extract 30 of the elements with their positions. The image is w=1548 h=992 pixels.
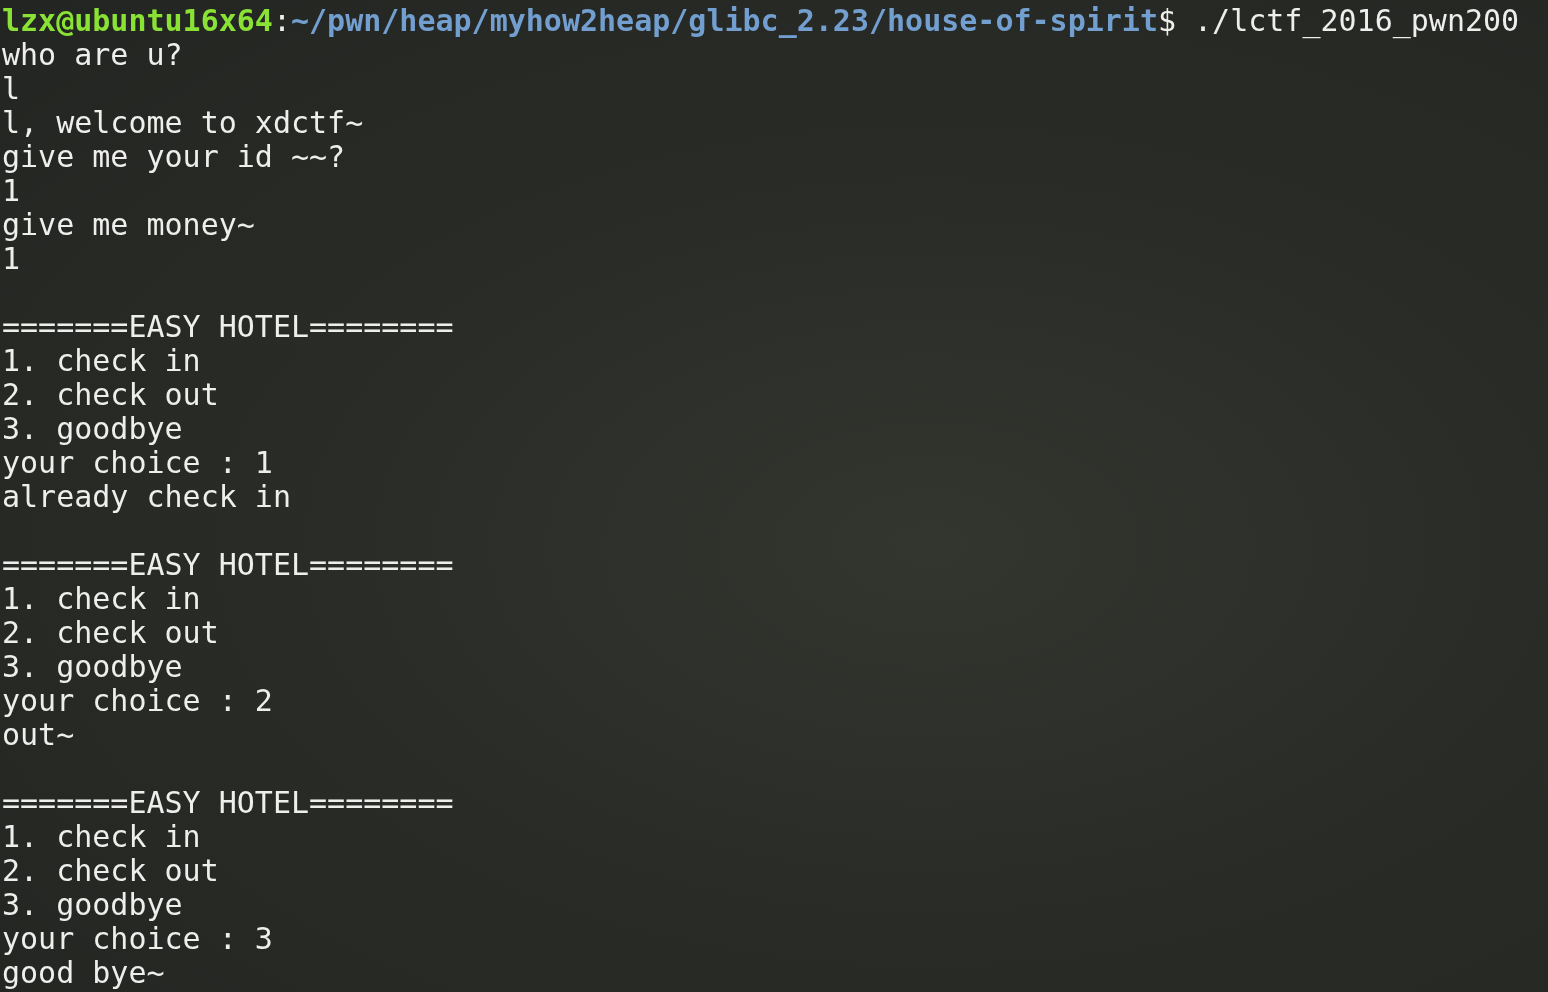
output-line: your choice : 2 bbox=[2, 683, 273, 718]
output-line: 1. check in bbox=[2, 343, 201, 378]
command-text: ./lctf_2016_pwn200 bbox=[1194, 3, 1520, 38]
output-line: good bye~ bbox=[2, 955, 165, 990]
output-line: l, welcome to xdctf~ bbox=[2, 105, 364, 140]
prompt-path: ~/pwn/heap/myhow2heap/glibc_2.23/house-of-spirit bbox=[291, 3, 1158, 38]
output-line: your choice : 1 bbox=[2, 445, 273, 480]
output-line: =======EASY HOTEL======== bbox=[2, 785, 454, 820]
output-line: 3. goodbye bbox=[2, 411, 183, 446]
output-line: already check in bbox=[2, 479, 291, 514]
output-line: 1. check in bbox=[2, 819, 201, 854]
output-line: 2. check out bbox=[2, 615, 219, 650]
prompt-symbol: $ bbox=[1157, 3, 1176, 38]
output-line: give me your id ~~? bbox=[2, 139, 346, 174]
output-line: =======EASY HOTEL======== bbox=[2, 309, 454, 344]
output-line: 3. goodbye bbox=[2, 887, 183, 922]
output-line: your choice : 3 bbox=[2, 921, 273, 956]
output-line: out~ bbox=[2, 717, 75, 752]
output-line: give me money~ bbox=[2, 207, 255, 242]
output-line: =======EASY HOTEL======== bbox=[2, 547, 454, 582]
output-line: 3. goodbye bbox=[2, 649, 183, 684]
output-line: who are u? bbox=[2, 37, 183, 72]
output-line: l bbox=[2, 71, 21, 106]
prompt-separator: : bbox=[272, 3, 291, 38]
output-line: 1 bbox=[2, 241, 21, 276]
output-line: 1 bbox=[2, 173, 21, 208]
output-line: 2. check out bbox=[2, 853, 219, 888]
output-line: 2. check out bbox=[2, 377, 219, 412]
output-line: 1. check in bbox=[2, 581, 201, 616]
prompt-user-host: lzx@ubuntu16x64 bbox=[2, 3, 273, 38]
